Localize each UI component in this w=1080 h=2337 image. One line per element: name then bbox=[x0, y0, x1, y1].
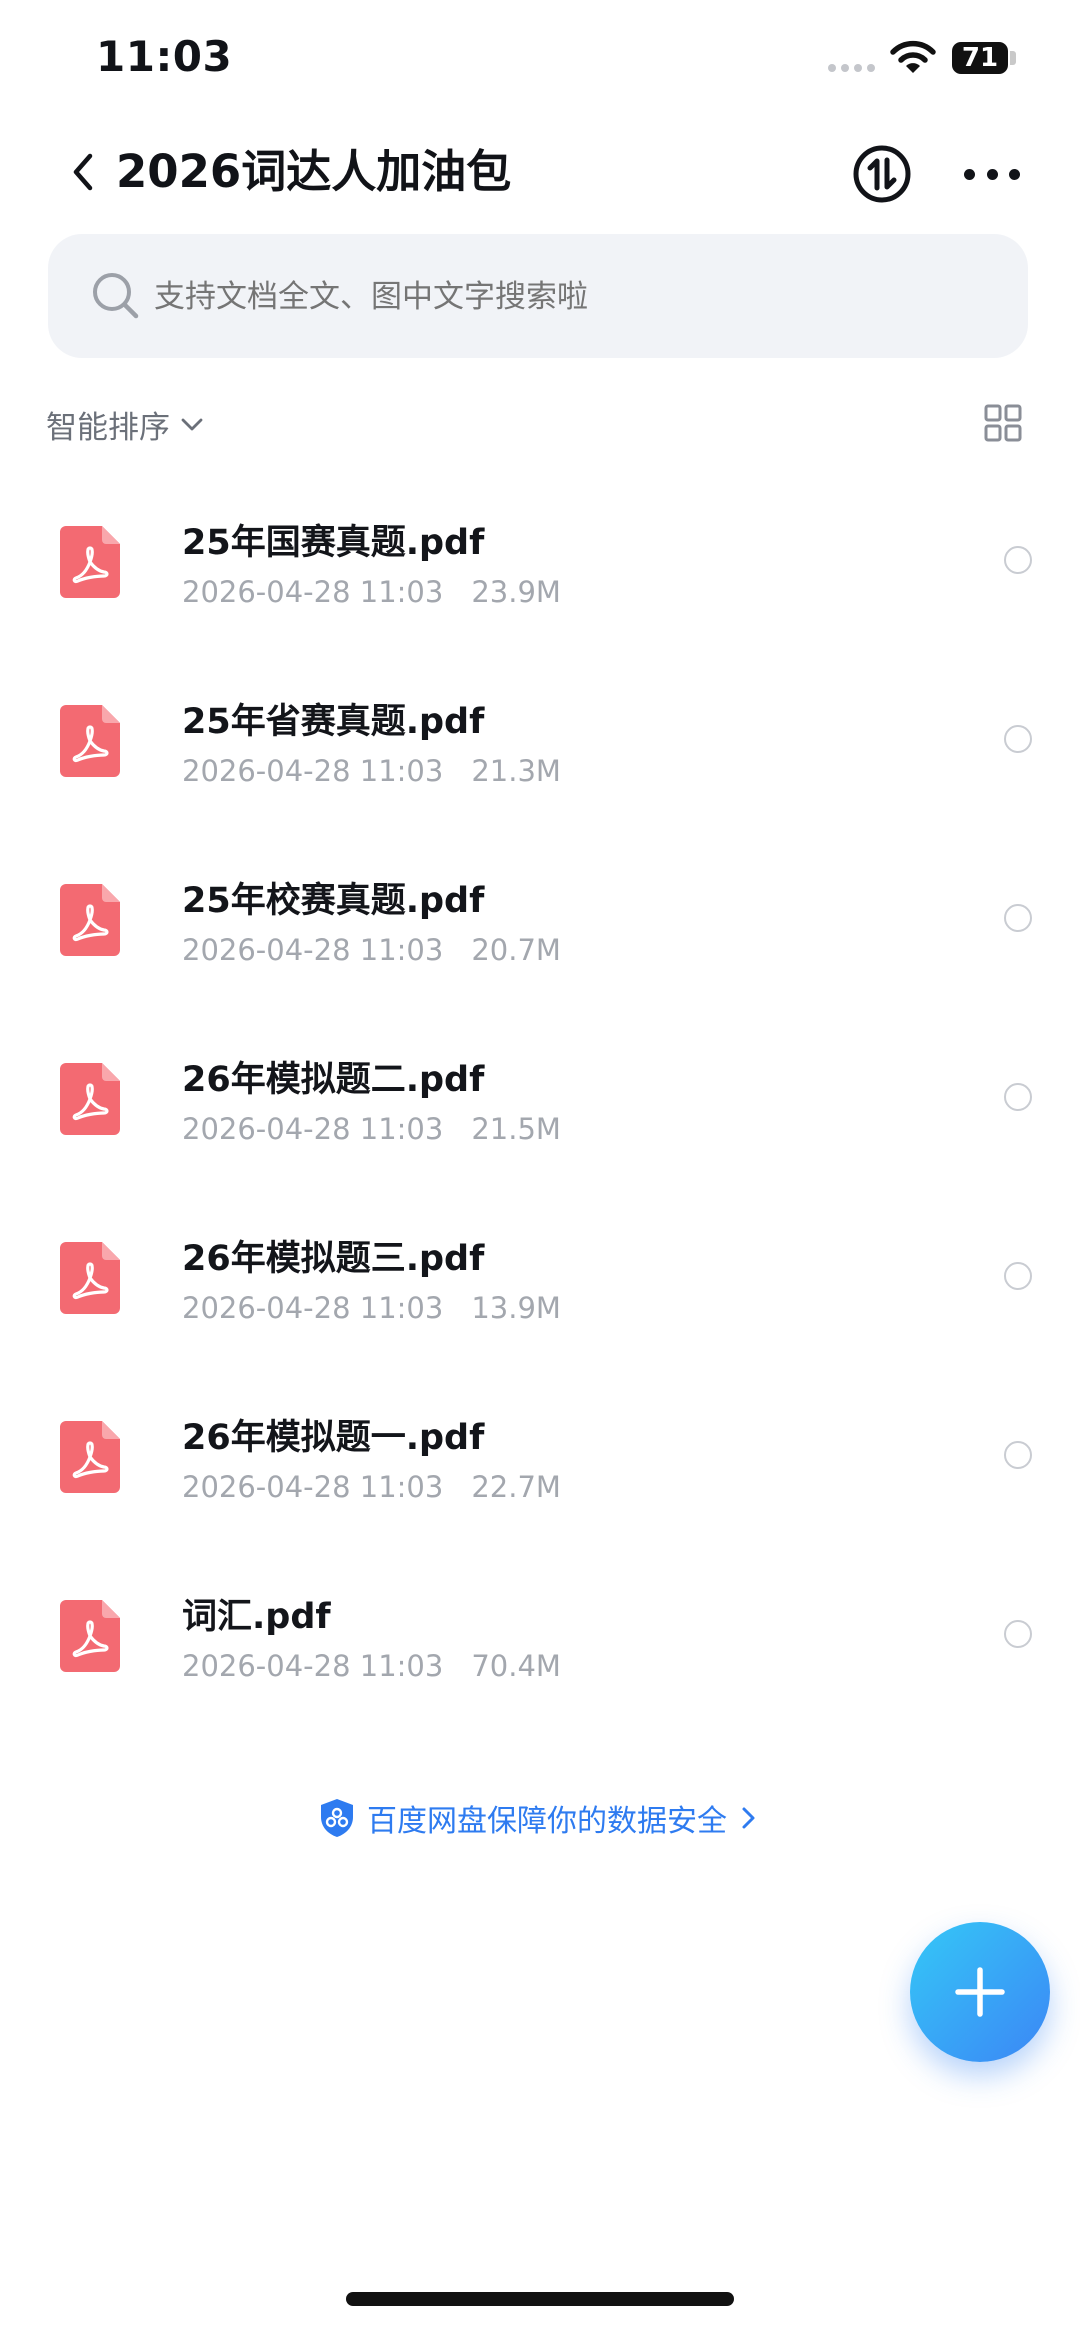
file-list-item[interactable]: 26年模拟题三.pdf 2026-04-28 11:03 13.9M bbox=[0, 1200, 1080, 1379]
select-radio[interactable] bbox=[1004, 546, 1032, 574]
file-date: 2026-04-28 11:03 bbox=[182, 754, 444, 788]
file-name: 25年省赛真题.pdf bbox=[182, 702, 485, 742]
status-time: 11:03 bbox=[96, 32, 233, 81]
select-radio[interactable] bbox=[1004, 1083, 1032, 1111]
status-bar: 11:03 71 bbox=[0, 0, 1080, 120]
add-button[interactable] bbox=[910, 1922, 1050, 2062]
file-date: 2026-04-28 11:03 bbox=[182, 1112, 444, 1146]
file-size: 21.3M bbox=[471, 754, 561, 788]
grid-view-icon[interactable] bbox=[984, 404, 1022, 442]
security-text: 百度网盘保障你的数据安全 bbox=[367, 1804, 727, 1839]
file-name: 25年国赛真题.pdf bbox=[182, 523, 485, 563]
pdf-file-icon bbox=[60, 1600, 120, 1672]
search-bar[interactable] bbox=[48, 234, 1028, 360]
file-list-item[interactable]: 25年校赛真题.pdf 2026-04-28 11:03 20.7M bbox=[0, 842, 1080, 1021]
sort-dropdown[interactable]: 智能排序 bbox=[46, 396, 206, 452]
file-size: 70.4M bbox=[471, 1649, 561, 1683]
file-size: 21.5M bbox=[471, 1112, 561, 1146]
pdf-file-icon bbox=[60, 526, 120, 598]
battery-cap bbox=[1010, 51, 1016, 65]
pdf-file-icon bbox=[60, 705, 120, 777]
file-meta: 2026-04-28 11:03 13.9M bbox=[182, 1291, 561, 1325]
select-radio[interactable] bbox=[1004, 1262, 1032, 1290]
file-meta: 2026-04-28 11:03 21.5M bbox=[182, 1112, 561, 1146]
file-name: 26年模拟题二.pdf bbox=[182, 1060, 485, 1100]
file-list-item[interactable]: 词汇.pdf 2026-04-28 11:03 70.4M bbox=[0, 1558, 1080, 1737]
page-title: 2026词达人加油包 bbox=[116, 145, 512, 198]
file-list-item[interactable]: 25年国赛真题.pdf 2026-04-28 11:03 23.9M bbox=[0, 484, 1080, 663]
signal-icon bbox=[828, 64, 875, 72]
nav-bar: 2026词达人加油包 bbox=[0, 124, 1080, 220]
select-radio[interactable] bbox=[1004, 1441, 1032, 1469]
file-name: 25年校赛真题.pdf bbox=[182, 881, 485, 921]
plus-icon bbox=[955, 1967, 1005, 2017]
chevron-down-icon bbox=[181, 418, 203, 431]
file-size: 13.9M bbox=[471, 1291, 561, 1325]
file-meta: 2026-04-28 11:03 21.3M bbox=[182, 754, 561, 788]
file-list: 25年国赛真题.pdf 2026-04-28 11:03 23.9M 25年省赛真… bbox=[0, 484, 1080, 1737]
file-meta: 2026-04-28 11:03 20.7M bbox=[182, 933, 561, 967]
file-name: 词汇.pdf bbox=[182, 1597, 331, 1637]
pdf-file-icon bbox=[60, 1421, 120, 1493]
select-radio[interactable] bbox=[1004, 1620, 1032, 1648]
file-name: 26年模拟题三.pdf bbox=[182, 1239, 485, 1279]
pdf-file-icon bbox=[60, 1242, 120, 1314]
battery-level: 71 bbox=[952, 42, 1008, 74]
search-icon bbox=[93, 273, 139, 319]
search-input[interactable] bbox=[152, 234, 976, 360]
sort-label: 智能排序 bbox=[46, 409, 170, 446]
home-indicator bbox=[346, 2292, 734, 2306]
shield-icon bbox=[321, 1799, 353, 1837]
select-radio[interactable] bbox=[1004, 904, 1032, 932]
file-list-item[interactable]: 25年省赛真题.pdf 2026-04-28 11:03 21.3M bbox=[0, 663, 1080, 842]
file-list-item[interactable]: 26年模拟题二.pdf 2026-04-28 11:03 21.5M bbox=[0, 1021, 1080, 1200]
file-size: 22.7M bbox=[471, 1470, 561, 1504]
security-note-link[interactable]: 百度网盘保障你的数据安全 bbox=[0, 1796, 1080, 1840]
more-icon[interactable] bbox=[964, 160, 1020, 188]
file-meta: 2026-04-28 11:03 23.9M bbox=[182, 575, 561, 609]
select-radio[interactable] bbox=[1004, 725, 1032, 753]
chevron-right-icon bbox=[742, 1807, 755, 1829]
pdf-file-icon bbox=[60, 1063, 120, 1135]
file-meta: 2026-04-28 11:03 22.7M bbox=[182, 1470, 561, 1504]
file-size: 23.9M bbox=[471, 575, 561, 609]
sync-icon[interactable] bbox=[852, 144, 912, 204]
pdf-file-icon bbox=[60, 884, 120, 956]
back-arrow-icon[interactable] bbox=[62, 144, 106, 200]
file-list-item[interactable]: 26年模拟题一.pdf 2026-04-28 11:03 22.7M bbox=[0, 1379, 1080, 1558]
file-date: 2026-04-28 11:03 bbox=[182, 1470, 444, 1504]
file-date: 2026-04-28 11:03 bbox=[182, 1291, 444, 1325]
file-date: 2026-04-28 11:03 bbox=[182, 575, 444, 609]
wifi-icon bbox=[890, 40, 936, 73]
file-name: 26年模拟题一.pdf bbox=[182, 1418, 485, 1458]
file-size: 20.7M bbox=[471, 933, 561, 967]
file-date: 2026-04-28 11:03 bbox=[182, 933, 444, 967]
file-date: 2026-04-28 11:03 bbox=[182, 1649, 444, 1683]
file-meta: 2026-04-28 11:03 70.4M bbox=[182, 1649, 561, 1683]
